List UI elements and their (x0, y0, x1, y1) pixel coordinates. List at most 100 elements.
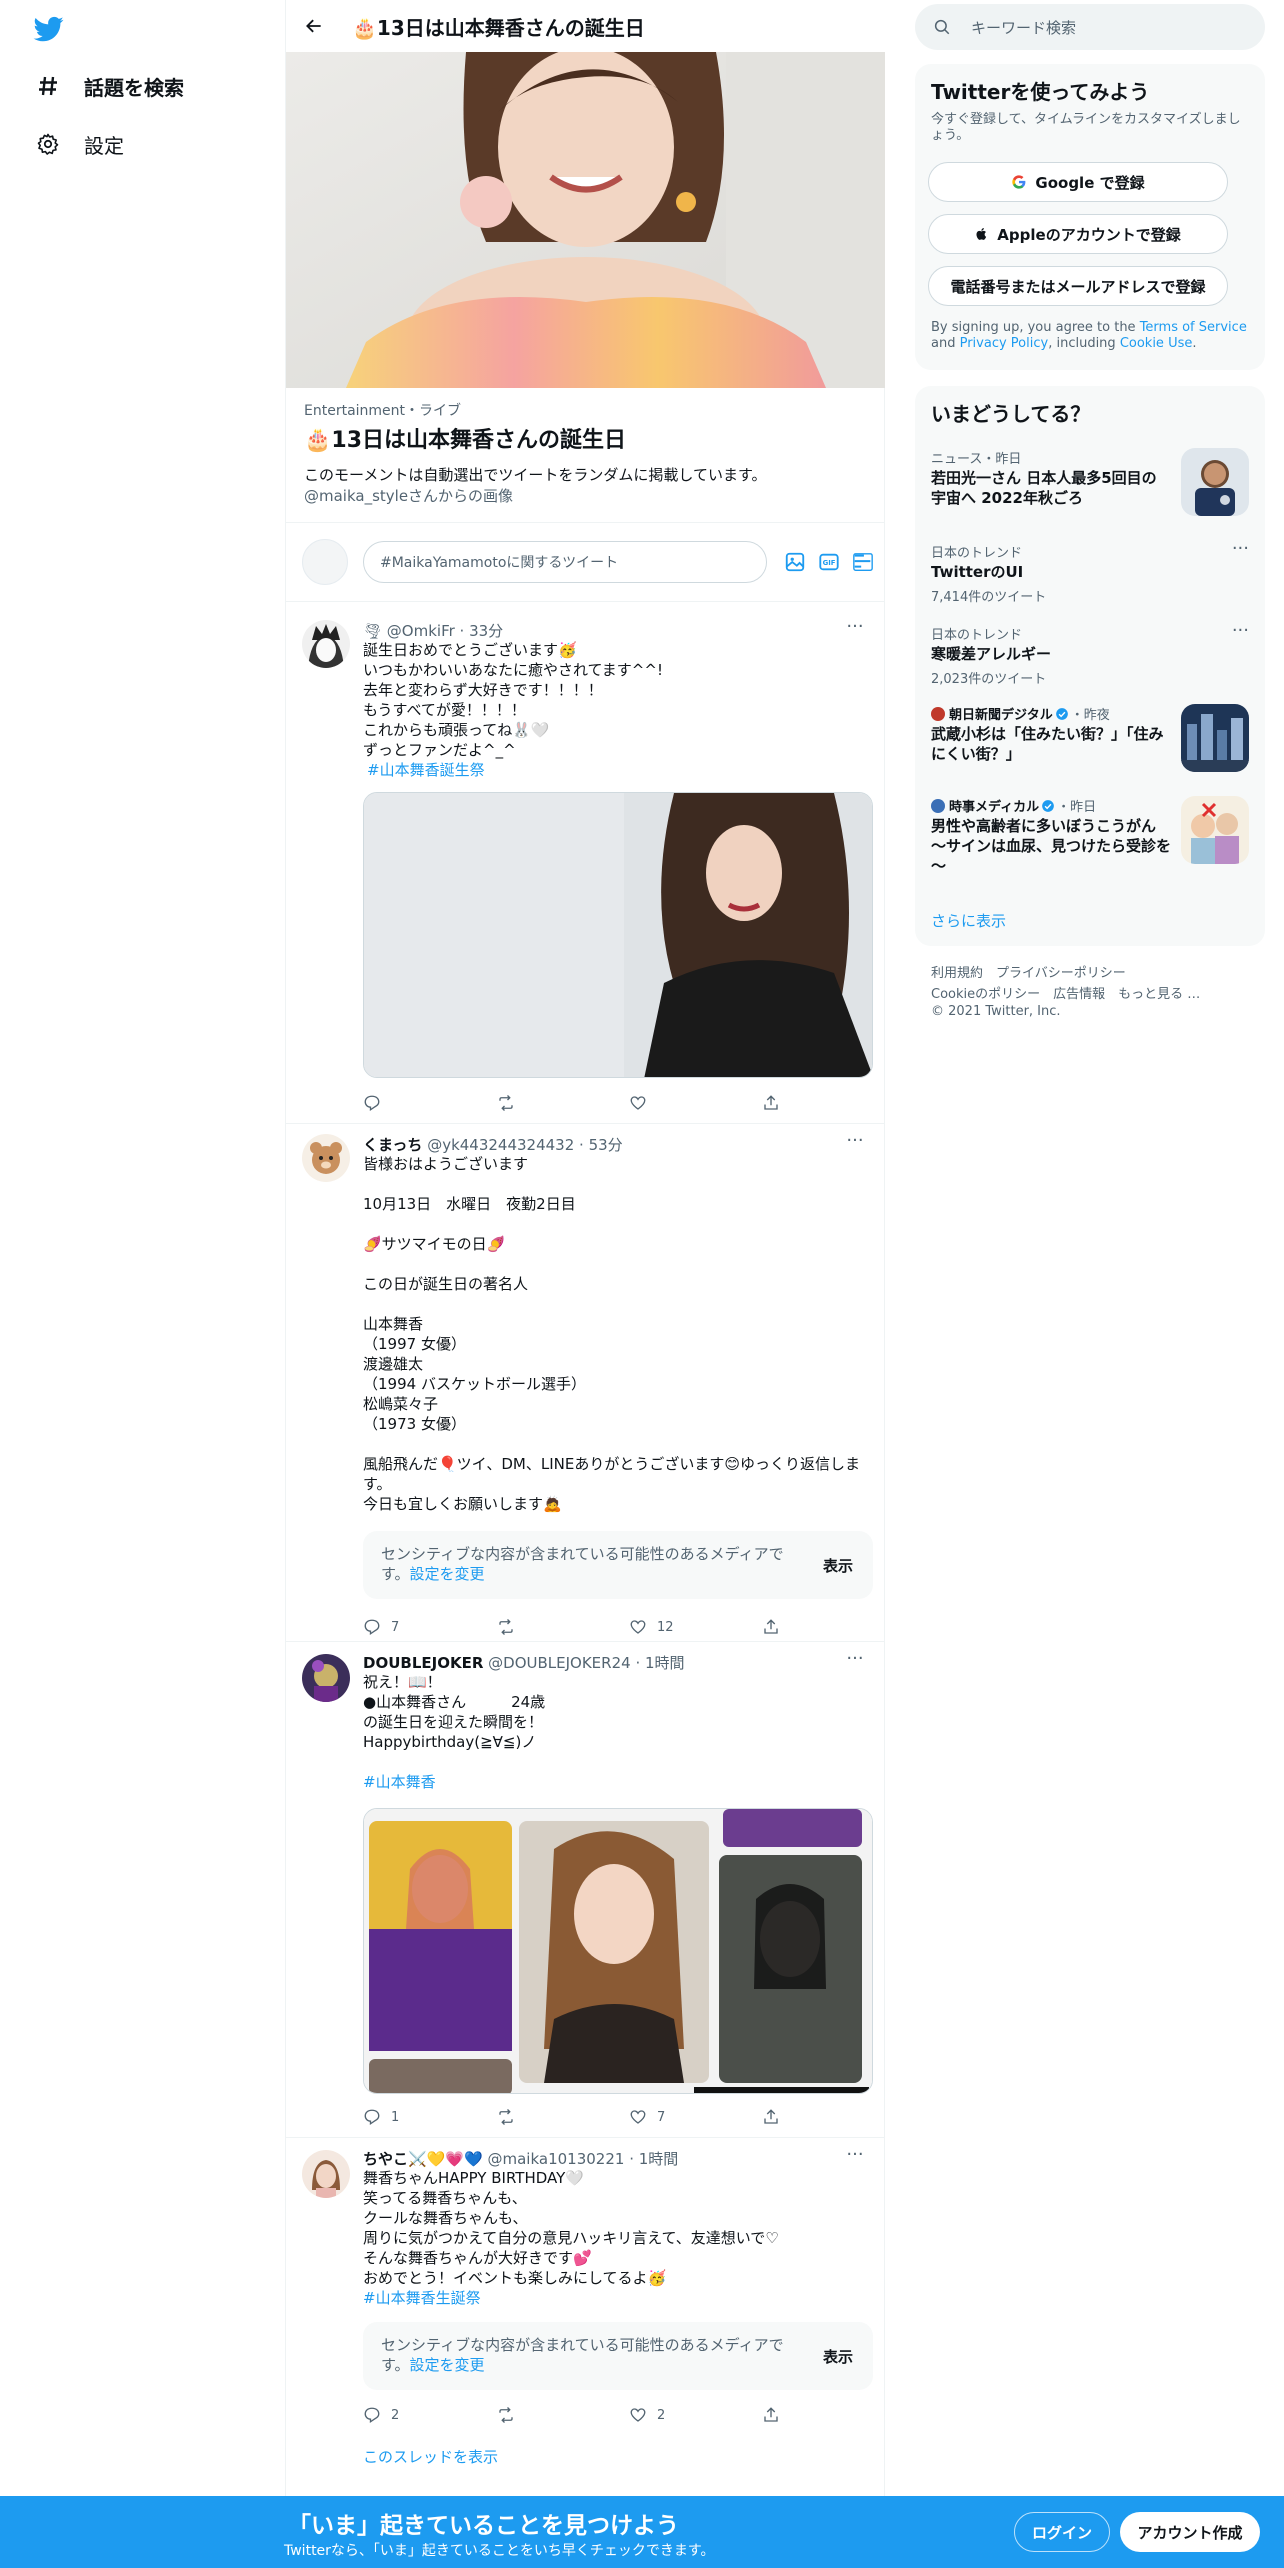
back-arrow-icon[interactable] (296, 8, 332, 44)
retweet-button[interactable] (496, 2106, 526, 2128)
image-icon[interactable] (782, 549, 808, 575)
terms-link[interactable]: Terms of Service (1140, 320, 1247, 335)
google-signup-button[interactable]: Google で登録 (928, 162, 1228, 202)
tweet-text: 祝え！📖！ ●山本舞香さん 24歳 の誕生日を迎えた瞬間を！ Happybirt… (363, 1673, 546, 1751)
nav-explore[interactable]: 話題を検索 (34, 66, 184, 106)
signup-box-title: Twitterを使ってみよう (931, 80, 1150, 104)
trend-item[interactable]: ニュース・昨日 若田光一さん 日本人最多5回目の宇宙へ 2022年秋ごろ (915, 448, 1265, 528)
footer-links-row1[interactable]: 利用規約 プライバシーポリシー (931, 962, 1126, 981)
show-thread-link[interactable]: このスレッドを表示 (363, 2446, 498, 2467)
legal-including: , including (1048, 336, 1120, 351)
tweet-header: DOUBLEJOKER @DOUBLEJOKER24 · 1時間 (363, 1652, 685, 1673)
trend-meta: 日本のトレンド (931, 546, 1023, 561)
share-button[interactable] (762, 2106, 790, 2128)
more-options-icon[interactable]: ··· (843, 2146, 867, 2170)
signup-legal-text: By signing up, you agree to the Terms of… (931, 320, 1251, 352)
share-icon (764, 2407, 778, 2422)
more-options-icon[interactable]: ··· (843, 1650, 867, 1674)
share-button[interactable] (762, 2404, 790, 2426)
news-time: ・昨夜 (1070, 708, 1110, 723)
retweet-button[interactable] (496, 1092, 526, 1114)
moment-hero-image[interactable] (286, 52, 885, 388)
cookie-link[interactable]: Cookie Use (1120, 336, 1193, 351)
change-settings-link[interactable]: 設定を変更 (410, 1565, 485, 1583)
tweet-display-name[interactable]: ちやこ⚔️💛💗💙 (363, 2150, 483, 2168)
trend-item[interactable]: 日本のトレンド ··· 寒暖差アレルギー 2,023件のツイート (915, 622, 1265, 694)
more-options-icon[interactable]: ··· (1232, 622, 1249, 640)
apple-signup-button[interactable]: Appleのアカウントで登録 (928, 214, 1228, 254)
like-button[interactable]: 12 (629, 1616, 674, 1638)
tweet-handle-time[interactable]: @DOUBLEJOKER24 · 1時間 (488, 1654, 684, 1672)
tweet[interactable]: くまっち @yk443244324432 · 53分 ··· 皆様おはようござい… (286, 1124, 885, 1642)
retweet-button[interactable] (496, 2404, 526, 2426)
retweet-icon (499, 1619, 513, 1635)
retweet-button[interactable] (496, 1616, 526, 1638)
like-button[interactable]: 2 (629, 2404, 665, 2426)
twitter-logo-icon[interactable] (32, 14, 66, 44)
share-icon (764, 1619, 778, 1634)
tweet-hashtag[interactable]: #山本舞香生誕祭 (363, 2288, 873, 2308)
tweet-media-image[interactable] (363, 792, 873, 1078)
reply-button[interactable]: 7 (363, 1616, 399, 1638)
news-source-name: 時事メディカル (949, 800, 1040, 815)
avatar[interactable] (302, 1654, 350, 1702)
trend-item[interactable]: 朝日新聞デジタル ・昨夜 武蔵小杉は「住みたい街？」「住みにくい街？」 (915, 704, 1265, 784)
tweet-actions: 1 7 (363, 2106, 803, 2128)
reply-count: 2 (391, 2407, 400, 2423)
tweet-handle-time[interactable]: 🌪 @OmkiFr · 33分 (363, 622, 503, 640)
retweet-icon (499, 1095, 513, 1111)
like-button[interactable]: 7 (629, 2106, 665, 2128)
nav-settings[interactable]: 設定 (34, 124, 124, 164)
trend-item[interactable]: 時事メディカル ・昨日 男性や高齢者に多いぼうこうがん ～サインは血尿、見つけた… (915, 796, 1265, 886)
trend-text: 男性や高齢者に多いぼうこうがん ～サインは血尿、見つけたら受診を～ (931, 817, 1172, 875)
change-settings-link[interactable]: 設定を変更 (410, 2356, 485, 2374)
tweet-display-name[interactable]: くまっち (363, 1136, 422, 1154)
tweet[interactable]: ちやこ⚔️💛💗💙 @maika10130221 · 1時間 ··· 舞香ちゃんH… (286, 2138, 885, 2496)
tweet-media-collage[interactable] (363, 1808, 873, 2094)
avatar[interactable] (302, 2150, 350, 2198)
search-input[interactable]: キーワード検索 (971, 17, 1076, 38)
like-button[interactable] (629, 1092, 657, 1114)
share-button[interactable] (762, 1092, 790, 1114)
trend-thumbnail (1181, 448, 1249, 516)
more-options-icon[interactable]: ··· (843, 618, 867, 642)
tweet[interactable]: 🌪 @OmkiFr · 33分 ··· 誕生日おめでとうございます🥳 いつもかわ… (286, 602, 885, 1124)
trend-item[interactable]: 日本のトレンド ··· TwitterのUI 7,414件のツイート (915, 540, 1265, 612)
apple-signup-label: Appleのアカウントで登録 (997, 225, 1181, 244)
poll-icon[interactable] (850, 549, 876, 575)
more-options-icon[interactable]: ··· (843, 1132, 867, 1156)
avatar[interactable] (302, 620, 350, 668)
create-account-button[interactable]: アカウント作成 (1120, 2512, 1260, 2552)
share-button[interactable] (762, 1616, 790, 1638)
like-count: 2 (657, 2407, 666, 2423)
moment-header: 🎂13日は山本舞香さんの誕生日 (286, 0, 885, 52)
avatar[interactable] (302, 1134, 350, 1182)
show-media-button[interactable]: 表示 (823, 2346, 853, 2367)
svg-text:GIF: GIF (823, 559, 836, 567)
gif-icon[interactable]: GIF (816, 549, 842, 575)
footer-links-row2[interactable]: Cookieのポリシー 広告情報 もっと見る … (931, 983, 1200, 1002)
left-sidebar: 話題を検索 設定 (0, 0, 284, 2568)
login-button[interactable]: ログイン (1014, 2512, 1110, 2552)
tweet[interactable]: DOUBLEJOKER @DOUBLEJOKER24 · 1時間 ··· 祝え！… (286, 1642, 885, 2138)
phone-email-signup-button[interactable]: 電話番号またはメールアドレスで登録 (928, 266, 1228, 306)
like-count: 12 (657, 1619, 674, 1635)
reply-button[interactable]: 1 (363, 2106, 399, 2128)
tweet-hashtag[interactable]: #山本舞香 (363, 1772, 873, 1792)
bottom-bar-subtitle: Twitterなら、「いま」起きていることをいち早くチェックできます。 (284, 2543, 715, 2559)
show-more-trends-link[interactable]: さらに表示 (931, 910, 1006, 931)
show-media-button[interactable]: 表示 (823, 1555, 853, 1576)
sensitive-notice-text: センシティブな内容が含まれている可能性のあるメディアです。設定を変更 (381, 1544, 791, 1584)
search-bar[interactable]: キーワード検索 (915, 4, 1265, 50)
reply-button[interactable] (363, 1092, 391, 1114)
privacy-link[interactable]: Privacy Policy (960, 336, 1049, 351)
more-options-icon[interactable]: ··· (1232, 540, 1249, 558)
compose-input[interactable]: #MaikaYamamotoに関するツイート (363, 541, 767, 583)
moment-category: Entertainment・ライブ (304, 403, 462, 419)
tweet-handle-time[interactable]: @yk443244324432 · 53分 (427, 1136, 622, 1154)
tweet-handle-time[interactable]: @maika10130221 · 1時間 (488, 2150, 679, 2168)
tweet-hashtag[interactable]: #山本舞香誕生祭 (367, 760, 877, 780)
tweet-display-name[interactable]: DOUBLEJOKER (363, 1654, 483, 1672)
legal-and: and (931, 336, 960, 351)
reply-button[interactable]: 2 (363, 2404, 399, 2426)
